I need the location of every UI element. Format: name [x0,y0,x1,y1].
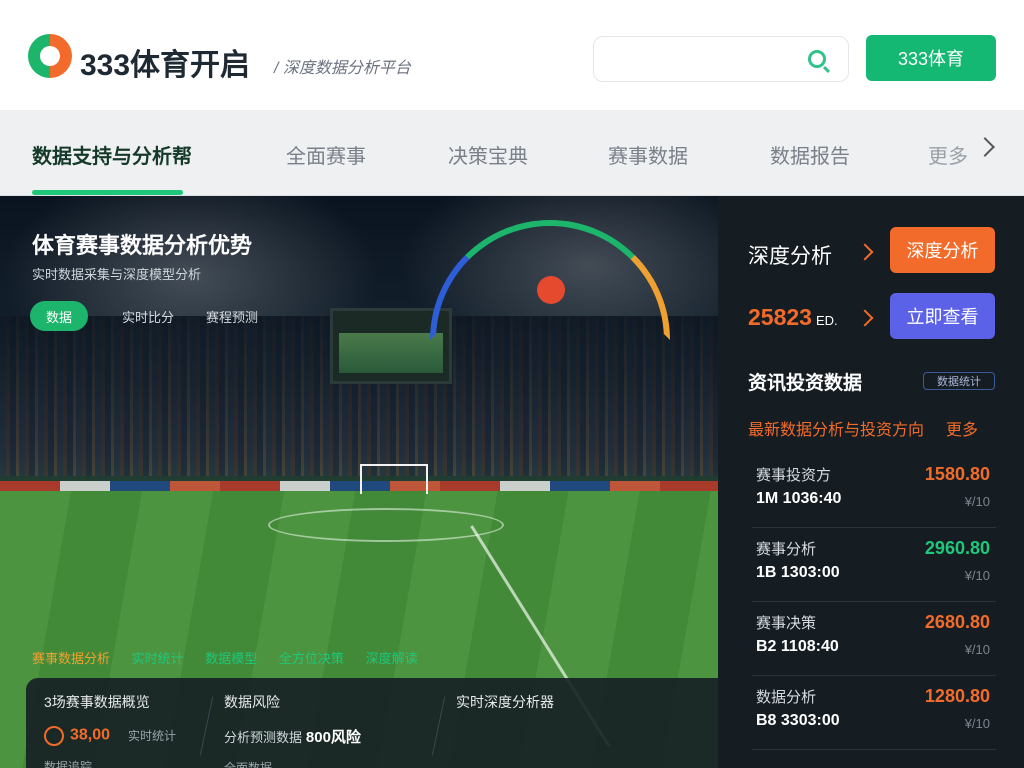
hero-tag[interactable]: 赛事数据分析 [32,648,110,667]
sidebar-analysis-button[interactable]: 深度分析 [890,227,995,273]
sidebar-analysis-label: 深度分析 [748,245,832,268]
arrow-right-icon[interactable] [856,309,874,327]
hero-subtitle: 实时数据采集与深度模型分析 [32,267,202,282]
info-risk-title: 数据风险 [224,694,280,710]
info-overview-unit: 实时统计 [127,728,176,743]
list-item[interactable]: 数据分析 B8 3303:00 1280.80 ¥/10 [752,676,996,750]
sidebar-badge[interactable]: 数据统计 [923,372,995,390]
sidebar-stat-number: 25823 ED. [748,304,838,331]
hero-tag[interactable]: 实时统计 [132,648,184,667]
header-cta-button[interactable]: 333体育 [866,35,996,81]
list-item-name: 赛事分析 [756,541,817,558]
search-icon[interactable] [808,50,826,68]
arrow-right-icon[interactable] [856,243,874,261]
hero-pill-live-score[interactable]: 实时比分 [106,301,190,331]
hero-pill-data[interactable]: 数据 [30,301,89,331]
info-overview-footer[interactable]: 数据追踪 [44,758,176,768]
tab-events[interactable]: 全面赛事 [286,140,366,169]
info-risk-footer[interactable]: 全面数据 [224,759,361,768]
list-item-value: 2960.80 [924,538,990,558]
search-input[interactable] [593,36,849,82]
list-item-value: 2680.80 [924,612,990,632]
info-risk-value: 800风险 [305,729,361,746]
list-item-value: 1580.80 [924,464,990,484]
active-tab-indicator [32,190,183,195]
hero-title: 体育赛事数据分析优势 [32,233,253,258]
list-item-name: 数据分析 [756,689,817,706]
info-risk-label: 分析预测数据 [224,730,303,745]
hero-banner: 体育赛事数据分析优势 实时数据采集与深度模型分析 数据 实时比分 赛程预测 赛事… [0,196,718,768]
info-divider [199,696,214,756]
list-item-unit: ¥/10 [964,716,990,731]
hero-pill-forecast[interactable]: 赛程预测 [190,301,274,331]
list-item-code: B8 3303:00 [756,712,840,729]
right-sidebar: 深度分析 深度分析 25823 ED. 立即查看 资讯投资数据 数据统计 最新数据… [718,196,1024,768]
hero-tag[interactable]: 全方位决策 [279,648,344,667]
coin-icon [44,726,64,746]
tab-event-data[interactable]: 赛事数据 [608,140,688,169]
hero-tag[interactable]: 深度解读 [366,648,418,667]
list-item-unit: ¥/10 [964,568,990,583]
info-realtime-title: 实时深度分析器 [456,694,554,710]
tab-more[interactable]: 更多 [928,140,968,169]
info-overview: 3场赛事数据概览 38,00 实时统计 数据追踪 [44,692,176,768]
list-item-code: B2 1108:40 [756,638,839,655]
sidebar-direction[interactable]: 最新数据分析与投资方向 [748,416,924,440]
tab-decisions[interactable]: 决策宝典 [448,140,528,169]
list-item-code: 1B 1303:00 [756,564,840,581]
list-item-code: 1M 1036:40 [756,490,842,507]
sidebar-stat-value: 25823 [748,304,812,330]
sidebar-heading: 资讯投资数据 [748,373,863,394]
sidebar-view-button[interactable]: 立即查看 [890,293,995,339]
sidebar-stat-unit: ED. [815,313,838,328]
brand-tagline: / 深度数据分析平台 [274,60,411,77]
info-divider [431,696,446,756]
pitch-goal [360,464,428,494]
list-item-unit: ¥/10 [964,642,990,657]
list-item[interactable]: 赛事投资方 1M 1036:40 1580.80 ¥/10 [752,454,996,528]
list-item-unit: ¥/10 [964,494,990,509]
tab-reports[interactable]: 数据报告 [770,140,850,169]
site-header: 333体育开启 / 深度数据分析平台 333体育 [0,0,1024,110]
tab-data-support[interactable]: 数据支持与分析帮 [32,140,192,169]
pitch-center-circle [268,508,504,542]
info-overview-title: 3场赛事数据概览 [44,694,150,710]
list-item[interactable]: 赛事分析 1B 1303:00 2960.80 ¥/10 [752,528,996,602]
list-item-value: 1280.80 [924,686,990,706]
info-overview-value: 38,00 [70,726,111,744]
main-tabs: 数据支持与分析帮 全面赛事 决策宝典 赛事数据 数据报告 更多 [0,110,1024,196]
brand-logo-icon[interactable] [28,34,72,78]
gauge-knob-icon[interactable] [537,276,565,304]
list-item-name: 赛事决策 [756,615,817,632]
list-item-name: 赛事投资方 [756,467,832,484]
hero-tag[interactable]: 数据模型 [205,648,257,667]
list-item[interactable]: 赛事决策 B2 1108:40 2680.80 ¥/10 [752,602,996,676]
info-risk: 数据风险 分析预测数据 800风险 全面数据 [224,692,361,768]
hero-tag-list: 赛事数据分析 实时统计 数据模型 全方位决策 深度解读 [32,648,436,667]
sidebar-direction-more[interactable]: 更多 [946,416,978,440]
brand-name[interactable]: 333体育开启 [80,40,250,84]
hero-info-panel: 3场赛事数据概览 38,00 实时统计 数据追踪 数据风险 分析预测数据 800… [26,678,718,768]
